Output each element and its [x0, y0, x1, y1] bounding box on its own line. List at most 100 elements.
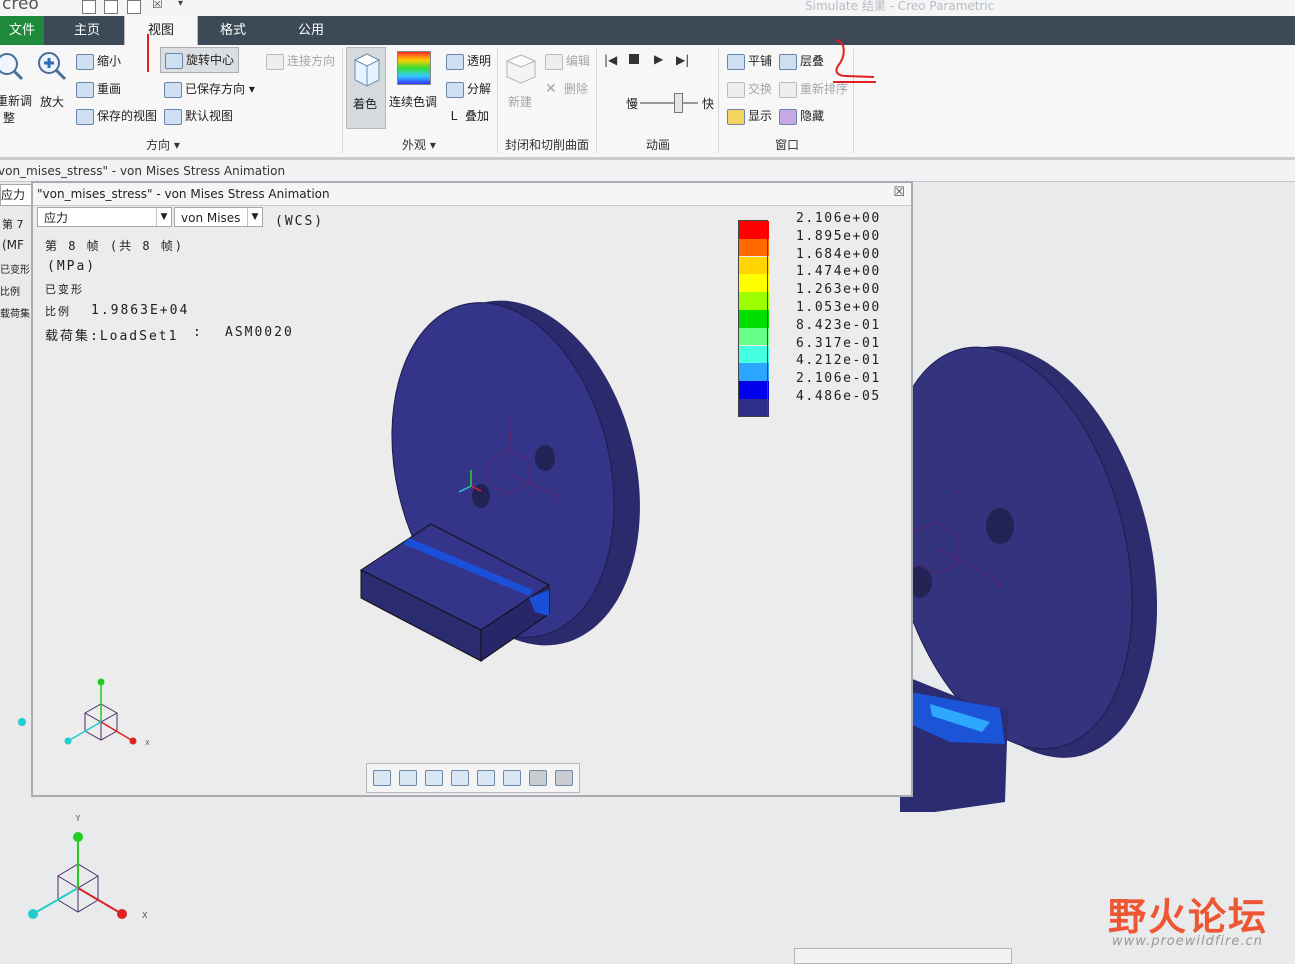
tab-file[interactable]: 文件 [0, 16, 44, 45]
show-button[interactable]: 显示 [727, 107, 772, 125]
ribbon: 重新调 整 放大 缩小 重画 保存的视图 旋转中心 已保存方向 ▾ 默认视图 连… [0, 45, 1295, 160]
new-cap-icon[interactable] [503, 51, 537, 85]
tab-format[interactable]: 格式 [197, 16, 269, 45]
result-window-title: von_mises_stress" - von Mises Stress Ani… [0, 164, 286, 178]
units-text: (MPa) [47, 259, 97, 274]
group-divider [342, 49, 343, 153]
zoom-out-button[interactable]: 缩小 [76, 52, 121, 70]
saved-views-button[interactable]: 保存的视图 [76, 107, 157, 125]
tab-tools[interactable]: 公用 [274, 16, 348, 45]
default-view-button[interactable]: 默认视图 [164, 107, 233, 125]
repaint-button[interactable]: 重画 [76, 80, 121, 98]
chevron-down-icon: ▾ [248, 82, 255, 96]
legend-value: 2.106e+00 [796, 211, 881, 226]
saved-orientation-button[interactable]: 已保存方向 ▾ [164, 80, 255, 98]
group-divider [596, 49, 597, 153]
shading-icon [353, 53, 381, 87]
creo-logo: creo [2, 0, 39, 14]
result-window-band: von_mises_stress" - von Mises Stress Ani… [0, 160, 1295, 182]
stop-icon[interactable] [629, 54, 639, 64]
deformed-text: 已变形 [45, 283, 84, 296]
first-frame-icon[interactable]: |◀ [604, 53, 617, 67]
overlay-button[interactable]: ᒪ 叠加 [446, 107, 489, 124]
play-icon[interactable]: ▶ [654, 52, 663, 66]
zoom-in-button[interactable]: 放大 [40, 93, 64, 110]
chevron-down-icon: ▼ [247, 208, 262, 226]
frame-text: 第 8 帧 (共 8 帧) [45, 239, 185, 253]
refit-icon[interactable] [373, 770, 391, 786]
left-quantity-select[interactable]: 应力 [0, 184, 32, 206]
model-x-axis-label: X [996, 578, 1004, 591]
edit-cap-button[interactable]: 编辑 [545, 52, 590, 70]
legend-value: 1.263e+00 [796, 282, 881, 298]
orientation-group-label[interactable]: 方向 ▾ [146, 136, 180, 153]
tab-home[interactable]: 主页 [50, 16, 124, 45]
default-view-icon[interactable] [503, 770, 521, 786]
new-cap-button[interactable]: 新建 [508, 93, 532, 110]
reorder-button[interactable]: 重新排序 [779, 80, 848, 98]
close-window-icon[interactable]: ☒ [152, 0, 163, 11]
stress-animation-dialog: "von_mises_stress" - von Mises Stress An… [31, 181, 913, 797]
repaint-icon[interactable] [451, 770, 469, 786]
zoom-in-icon[interactable] [36, 50, 68, 82]
animation-group-label: 动画 [646, 138, 671, 152]
spin-center-button[interactable]: 旋转中心 [160, 47, 240, 73]
save-icon[interactable] [104, 0, 118, 14]
hide-icon [779, 108, 797, 125]
forum-watermark: 野火论坛 [1108, 895, 1269, 939]
hide-button[interactable]: 隐藏 [779, 107, 824, 125]
cascade-button[interactable]: 层叠 [779, 52, 824, 70]
stress-model: Y X [359, 300, 640, 662]
edit-icon [545, 53, 563, 70]
continuous-tone-icon[interactable] [397, 51, 431, 85]
quantity-select[interactable]: 应力 ▼ [37, 207, 172, 227]
window-group-label: 窗口 [775, 138, 800, 152]
left-units-text: (MF [2, 238, 24, 252]
close-icon[interactable]: ☒ [893, 182, 905, 204]
left-loadset-text: 载荷集 [0, 309, 30, 320]
new-file-icon[interactable] [82, 0, 96, 14]
legend-value: 4.486e-05 [796, 389, 881, 404]
left-frame-text: 第 7 [2, 218, 24, 231]
spin-center-icon [165, 52, 183, 69]
legend-value: 8.423e-01 [796, 317, 881, 333]
delete-cap-button[interactable]: ✕ 删除 [545, 80, 588, 97]
group-divider [497, 49, 498, 153]
legend-value: 4.212e-01 [796, 353, 881, 369]
display-style-icon[interactable] [529, 770, 547, 786]
refit-icon[interactable] [0, 51, 24, 81]
speed-slider[interactable] [640, 102, 698, 104]
capping-group-label: 封闭和切削曲面 [505, 138, 590, 152]
save-as-icon[interactable] [127, 0, 141, 14]
saved-views-icon[interactable] [477, 770, 495, 786]
refit-label[interactable]: 重新调 [0, 92, 32, 109]
loadset-label: 载荷集:LoadSet1 [45, 329, 179, 344]
forum-url-watermark: www.proewildfire.cn [1112, 934, 1263, 949]
quick-access-dropdown-icon[interactable]: ▾ [178, 0, 183, 9]
explode-button[interactable]: 分解 [446, 80, 491, 98]
shading-button[interactable]: 着色 [346, 47, 386, 129]
dialog-title-bar: "von_mises_stress" - von Mises Stress An… [33, 183, 911, 206]
connection-orientation-button[interactable]: 连接方向 [266, 52, 335, 70]
title-bar: creo ☒ ▾ Simulate 结果 - Creo Parametric [0, 0, 1295, 17]
spin-center-icon[interactable] [555, 770, 573, 786]
last-frame-icon[interactable]: ▶| [676, 53, 689, 67]
triad-x-label: X [145, 739, 150, 747]
zoom-in-icon[interactable] [399, 770, 417, 786]
tab-view[interactable]: 视图 [124, 16, 198, 45]
transparent-button[interactable]: 透明 [446, 52, 491, 70]
component-select[interactable]: von Mises ▼ [174, 207, 263, 227]
app-title: Simulate 结果 - Creo Parametric [805, 0, 995, 13]
tile-button[interactable]: 平铺 [727, 52, 772, 70]
speed-slider-thumb[interactable] [674, 93, 683, 113]
appearance-group-label[interactable]: 外观 ▾ [402, 136, 436, 153]
zoom-out-icon[interactable] [425, 770, 443, 786]
model-x-axis-label: X [553, 494, 560, 505]
saved-orientation-icon [164, 81, 182, 98]
triad-x-label: X [142, 911, 148, 920]
view-triad-large: Y X [28, 814, 148, 920]
legend-value: 1.895e+00 [796, 228, 881, 244]
continuous-tone-button[interactable]: 连续色调 [389, 93, 437, 110]
reorder-icon [779, 81, 797, 98]
swap-button[interactable]: 交换 [727, 80, 772, 98]
